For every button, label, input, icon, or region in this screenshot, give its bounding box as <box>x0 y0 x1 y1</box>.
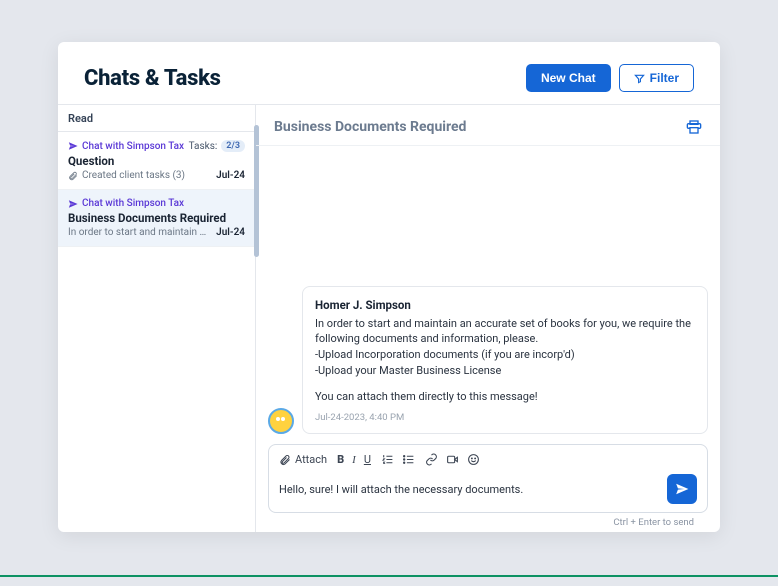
chat-firm: Chat with Simpson Tax <box>68 141 184 152</box>
send-icon <box>675 482 689 496</box>
filter-icon <box>634 73 645 84</box>
send-icon <box>68 141 78 151</box>
sidebar: Read Chat with Simpson Tax Tasks: 2/3 <box>58 105 256 532</box>
attach-label: Attach <box>295 453 327 466</box>
message-line: You can attach them directly to this mes… <box>315 389 695 405</box>
chat-item[interactable]: Chat with Simpson Tax Tasks: 2/3 Questio… <box>58 132 255 190</box>
filter-label: Filter <box>650 72 679 84</box>
chat-date: Jul-24 <box>216 170 245 181</box>
composer: Attach B I U <box>268 444 708 513</box>
tasks-badge: Tasks: 2/3 <box>189 140 245 152</box>
chat-date: Jul-24 <box>216 227 245 238</box>
chat-list: Chat with Simpson Tax Tasks: 2/3 Questio… <box>58 132 255 532</box>
composer-toolbar: Attach B I U <box>279 453 697 466</box>
bold-button[interactable]: B <box>337 453 344 466</box>
chat-preview-text: Created client tasks (3) <box>82 170 185 181</box>
header: Chats & Tasks New Chat Filter <box>58 42 720 104</box>
chat-firm-label: Chat with Simpson Tax <box>82 141 184 152</box>
header-actions: New Chat Filter <box>526 64 694 92</box>
message-row: Homer J. Simpson In order to start and m… <box>268 286 708 434</box>
video-button[interactable] <box>446 453 459 466</box>
composer-hint: Ctrl + Enter to send <box>268 513 708 528</box>
chat-subject: Question <box>68 154 245 168</box>
chat-subject: Business Documents Required <box>68 211 245 225</box>
message-bubble: Homer J. Simpson In order to start and m… <box>302 286 708 434</box>
paperclip-icon <box>279 454 291 466</box>
italic-button[interactable]: I <box>352 454 356 466</box>
chat-preview: In order to start and maintain an ac… <box>68 227 210 238</box>
send-button[interactable] <box>667 474 697 504</box>
thread-pane: Business Documents Required Homer J. Sim… <box>256 105 720 532</box>
chat-firm-label: Chat with Simpson Tax <box>82 198 184 209</box>
message-line: -Upload Incorporation documents (if you … <box>315 347 695 363</box>
avatar <box>268 408 294 434</box>
ordered-list-button[interactable] <box>381 453 394 466</box>
thread-title: Business Documents Required <box>274 119 466 135</box>
link-button[interactable] <box>425 453 438 466</box>
print-icon[interactable] <box>686 119 702 135</box>
filter-button[interactable]: Filter <box>619 64 694 92</box>
send-icon <box>68 199 78 209</box>
message-sender: Homer J. Simpson <box>315 297 695 314</box>
message-timestamp: Jul-24-2023, 4:40 PM <box>315 411 695 425</box>
unordered-list-button[interactable] <box>402 453 415 466</box>
sidebar-section-label: Read <box>58 105 255 132</box>
chat-firm: Chat with Simpson Tax <box>68 198 184 209</box>
paperclip-icon <box>68 171 78 181</box>
page-title: Chats & Tasks <box>84 66 221 91</box>
new-chat-button[interactable]: New Chat <box>526 64 611 92</box>
chat-preview: Created client tasks (3) <box>68 170 210 181</box>
chat-preview-text: In order to start and maintain an ac… <box>68 227 210 238</box>
tasks-label: Tasks: <box>189 141 218 152</box>
emoji-button[interactable] <box>467 453 480 466</box>
tasks-count-pill: 2/3 <box>221 140 245 152</box>
new-chat-label: New Chat <box>541 72 596 84</box>
message-input[interactable] <box>279 481 657 498</box>
attach-button[interactable]: Attach <box>279 453 327 466</box>
chat-item[interactable]: Chat with Simpson Tax Business Documents… <box>58 190 255 247</box>
message-line: In order to start and maintain an accura… <box>315 316 695 348</box>
underline-button[interactable]: U <box>364 453 371 466</box>
message-line: -Upload your Master Business License <box>315 363 695 379</box>
